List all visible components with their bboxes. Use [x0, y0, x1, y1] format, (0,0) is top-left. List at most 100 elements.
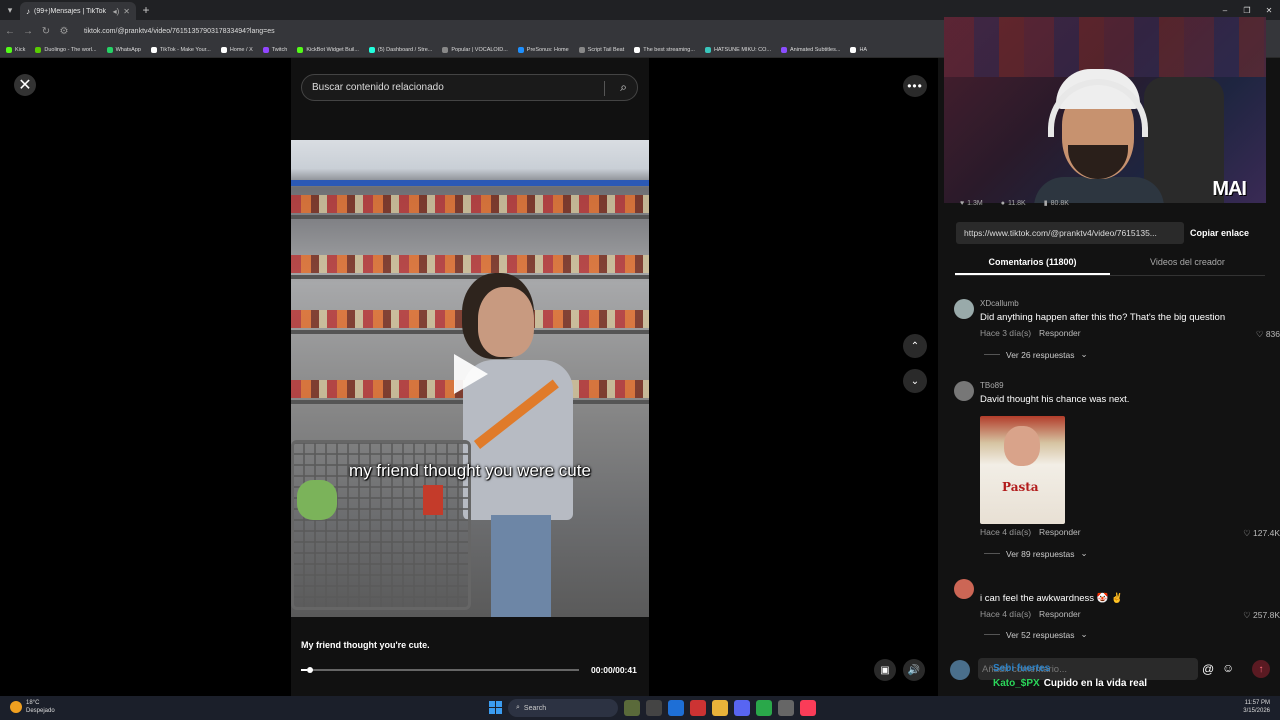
comment-likes[interactable]: ♡ 127.4K: [1243, 528, 1280, 539]
gif-person-head: [1004, 426, 1040, 466]
settings-icon[interactable]: [778, 700, 794, 716]
bookmark-favicon-icon: [517, 46, 524, 53]
taskbar-search[interactable]: ⌕ Search: [508, 699, 618, 717]
view-replies-button[interactable]: Ver 89 respuestas ⌄: [984, 548, 1088, 559]
bookmark-item[interactable]: Popular | VOCALOID...: [442, 46, 508, 53]
chrome-icon[interactable]: [756, 700, 772, 716]
avatar[interactable]: [954, 381, 974, 401]
comment-likes[interactable]: ♡ 836: [1256, 329, 1280, 340]
volume-button[interactable]: 🔊: [903, 659, 925, 681]
share-url-field[interactable]: https://www.tiktok.com/@pranktv4/video/7…: [956, 222, 1184, 244]
system-clock[interactable]: 11:57 PM 3/15/2026: [1243, 699, 1270, 715]
file-explorer-icon[interactable]: [712, 700, 728, 716]
comment-item: i can feel the awkwardness 🤡 ✌ Hace 4 dí…: [954, 579, 1280, 640]
chevron-down-icon: ⌄: [910, 375, 920, 387]
bookmark-item[interactable]: Kick: [6, 46, 25, 53]
wall-posters: [944, 17, 1266, 77]
new-tab-button[interactable]: +: [136, 3, 156, 17]
bookmark-item[interactable]: Twitch: [262, 46, 287, 53]
chevron-up-icon: ⌃: [910, 340, 920, 352]
bookmark-item[interactable]: Script Tail Beat: [578, 46, 624, 53]
search-icon[interactable]: ⌕: [620, 80, 627, 95]
tab-search-icon[interactable]: ▾: [0, 0, 20, 20]
more-options-button[interactable]: •••: [903, 75, 927, 97]
url-field[interactable]: tiktok.com/@pranktv4/video/7615135790317…: [84, 28, 275, 35]
bookmark-item[interactable]: (5) Dashboard / Stre...: [368, 46, 432, 53]
bookmark-favicon-icon: [850, 46, 857, 53]
bookmark-item[interactable]: TikTok - Make Your...: [150, 46, 211, 53]
bookmark-item[interactable]: Home / X: [220, 46, 253, 53]
windows-start-icon[interactable]: [489, 701, 502, 714]
comment-likes[interactable]: ♡ 257.8K: [1243, 610, 1280, 621]
picture-in-picture-button[interactable]: ▣: [874, 659, 896, 681]
bookmark-item[interactable]: HA: [850, 46, 868, 53]
back-button[interactable]: ←: [4, 26, 16, 37]
bookmark-favicon-icon: [781, 46, 787, 53]
close-video-button[interactable]: ✕: [14, 74, 36, 96]
comment-text: i can feel the awkwardness 🤡 ✌: [980, 593, 1123, 604]
like-stat[interactable]: ♥ 1.3M: [960, 199, 983, 207]
view-replies-button[interactable]: Ver 52 respuestas ⌄: [984, 629, 1088, 640]
reply-button[interactable]: Responder: [1039, 527, 1081, 537]
tab-close-icon[interactable]: ✕: [123, 7, 130, 16]
progress-bar[interactable]: [301, 667, 579, 673]
site-info-icon[interactable]: ⚙: [58, 26, 70, 37]
bookmark-label: Duolingo - The worl...: [44, 46, 97, 53]
avatar[interactable]: [954, 299, 974, 319]
forward-button[interactable]: →: [22, 26, 34, 37]
reload-button[interactable]: ↻: [40, 26, 52, 37]
music-app-icon[interactable]: [800, 700, 816, 716]
bookmark-item[interactable]: PreSonus: Home: [517, 46, 569, 53]
edge-icon[interactable]: [668, 700, 684, 716]
browser-tab[interactable]: ♪ (99+)Mensajes | TikTok ◂) ✕: [20, 2, 136, 20]
view-replies-button[interactable]: Ver 26 respuestas ⌄: [984, 349, 1088, 360]
audio-icon[interactable]: ◂): [113, 7, 120, 16]
bookmark-item[interactable]: Animated Subtitles...: [781, 46, 840, 53]
copy-link-button[interactable]: Copiar enlace: [1184, 228, 1249, 238]
share-link-row: https://www.tiktok.com/@pranktv4/video/7…: [956, 222, 1256, 244]
bookmark-item[interactable]: Duolingo - The worl...: [35, 46, 97, 53]
app-icon[interactable]: [690, 700, 706, 716]
comment-time: Hace 3 día(s): [980, 328, 1032, 338]
reply-button[interactable]: Responder: [1039, 328, 1081, 338]
tab-comments[interactable]: Comentarios (11800): [955, 254, 1110, 275]
widgets-app-icon[interactable]: [624, 700, 640, 716]
send-button[interactable]: ↑: [1252, 660, 1270, 678]
reply-button[interactable]: Responder: [1039, 609, 1081, 619]
bookmark-label: HA: [859, 46, 868, 53]
related-search-input[interactable]: Buscar contenido relacionado ⌕: [301, 74, 638, 101]
progress-knob[interactable]: [306, 667, 313, 673]
comment-gif[interactable]: Pasta: [980, 416, 1065, 524]
clock-date: 3/15/2026: [1243, 708, 1270, 714]
weather-text: 18°C Despejado: [26, 699, 55, 715]
save-stat[interactable]: ▮ 80.8K: [1044, 199, 1069, 208]
shelf-products: [291, 195, 649, 213]
mention-icon[interactable]: @: [1202, 662, 1214, 676]
comment-username[interactable]: XDcallumb: [980, 299, 1019, 308]
weather-icon: [10, 701, 22, 713]
stream-chat-overlay: Kato_$PX Cupido en la vida real: [993, 678, 1147, 689]
tab-creator-videos[interactable]: Videos del creador: [1110, 254, 1265, 275]
replies-label: Ver 26 respuestas: [1006, 349, 1075, 360]
next-video-button[interactable]: ⌄: [903, 369, 927, 393]
comment-username[interactable]: TBo89: [980, 381, 1004, 390]
video-player[interactable]: my friend thought you were cute: [291, 140, 649, 617]
play-icon[interactable]: [454, 354, 488, 394]
bookmark-item[interactable]: HATSUNE MIKU: CO...: [704, 46, 771, 53]
emoji-icon[interactable]: ☺: [1222, 661, 1234, 675]
comment-text: David thought his chance was next.: [980, 394, 1130, 405]
weather-widget[interactable]: 18°C Despejado: [10, 699, 55, 715]
heart-icon: ♥: [960, 199, 965, 207]
comment-meta: Hace 4 día(s) Responder: [980, 527, 1081, 537]
bookmark-item[interactable]: The best streaming...: [634, 46, 695, 53]
previous-video-button[interactable]: ⌃: [903, 334, 927, 358]
store-sign-stripe: [291, 180, 649, 186]
comment-stat[interactable]: ● 11.8K: [1001, 199, 1026, 207]
pip-icon: ▣: [880, 664, 890, 676]
discord-icon[interactable]: [734, 700, 750, 716]
pinned-apps: [624, 700, 816, 716]
avatar[interactable]: [954, 579, 974, 599]
bookmark-item[interactable]: KickBot Widget Buil...: [297, 46, 359, 53]
bookmark-item[interactable]: WhatsApp: [106, 46, 141, 53]
task-view-icon[interactable]: [646, 700, 662, 716]
